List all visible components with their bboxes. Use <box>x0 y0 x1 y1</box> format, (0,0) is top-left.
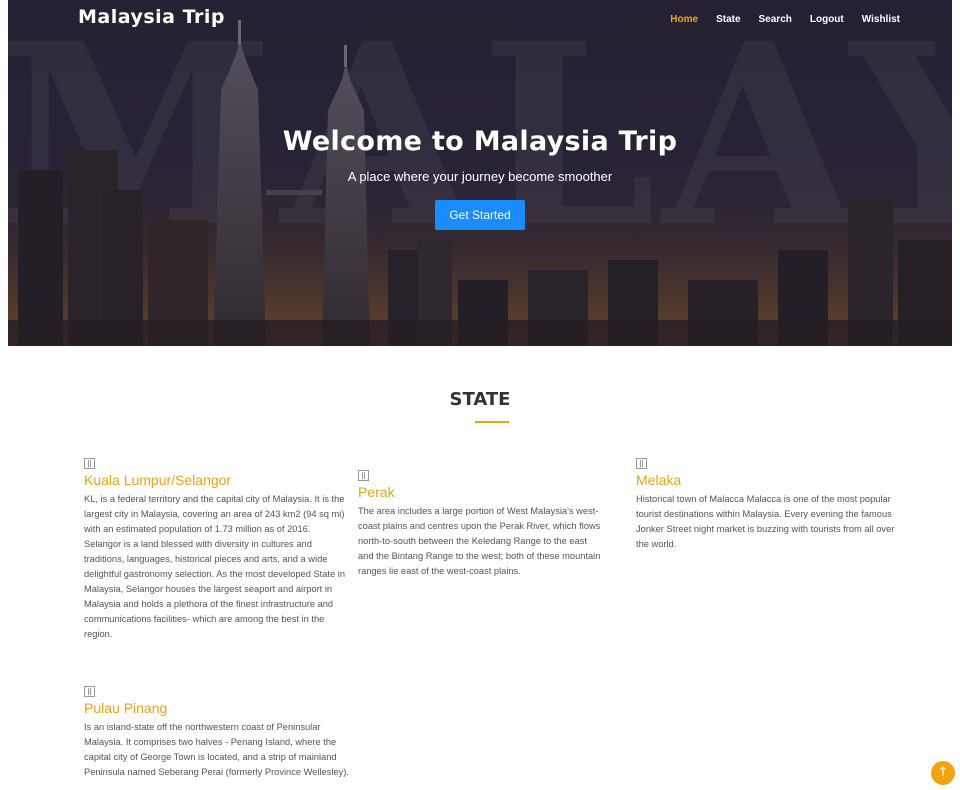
section-divider <box>475 421 509 423</box>
back-to-top-button[interactable]: ↑ <box>931 761 955 785</box>
nav-search[interactable]: Search <box>759 14 792 25</box>
state-card-title[interactable]: Perak <box>358 484 604 500</box>
state-card-perak: Perak The area includes a large portion … <box>358 470 604 579</box>
state-section-title: STATE <box>449 389 511 410</box>
state-card-text: Is an island-state off the northwestern … <box>84 722 349 777</box>
map-icon <box>358 470 369 481</box>
main-nav: Home State Search Logout Wishlist <box>670 14 900 25</box>
state-card-text: The area includes a large portion of Wes… <box>358 506 601 576</box>
arrow-up-icon: ↑ <box>937 765 949 780</box>
state-card-title[interactable]: Pulau Pinang <box>84 700 356 716</box>
map-icon <box>84 458 95 469</box>
state-card-text: KL, is a federal territory and the capit… <box>84 494 345 639</box>
state-card-melaka: Melaka Historical town of Malacca Malacc… <box>636 458 898 552</box>
nav-wishlist[interactable]: Wishlist <box>862 14 900 25</box>
nav-state[interactable]: State <box>716 14 740 25</box>
get-started-button[interactable]: Get Started <box>435 200 525 230</box>
state-card-text: Historical town of Malacca Malacca is on… <box>636 494 895 549</box>
state-card-title[interactable]: Kuala Lumpur/Selangor <box>84 472 346 488</box>
map-icon <box>84 686 95 697</box>
hero-title: Welcome to Malaysia Trip <box>282 126 678 157</box>
state-card-pulau-pinang: Pulau Pinang Is an island-state off the … <box>84 686 356 780</box>
hero-subtitle: A place where your journey become smooth… <box>347 169 613 184</box>
nav-logout[interactable]: Logout <box>810 14 844 25</box>
brand-logo[interactable]: Malaysia Trip <box>78 6 225 28</box>
hero-content: Welcome to Malaysia Trip A place where y… <box>8 126 952 230</box>
nav-home[interactable]: Home <box>670 14 698 25</box>
hero-banner: MALAYSIA <box>8 0 952 346</box>
state-card-kuala-lumpur: Kuala Lumpur/Selangor KL, is a federal t… <box>84 458 346 642</box>
map-icon <box>636 458 647 469</box>
state-card-title[interactable]: Melaka <box>636 472 898 488</box>
